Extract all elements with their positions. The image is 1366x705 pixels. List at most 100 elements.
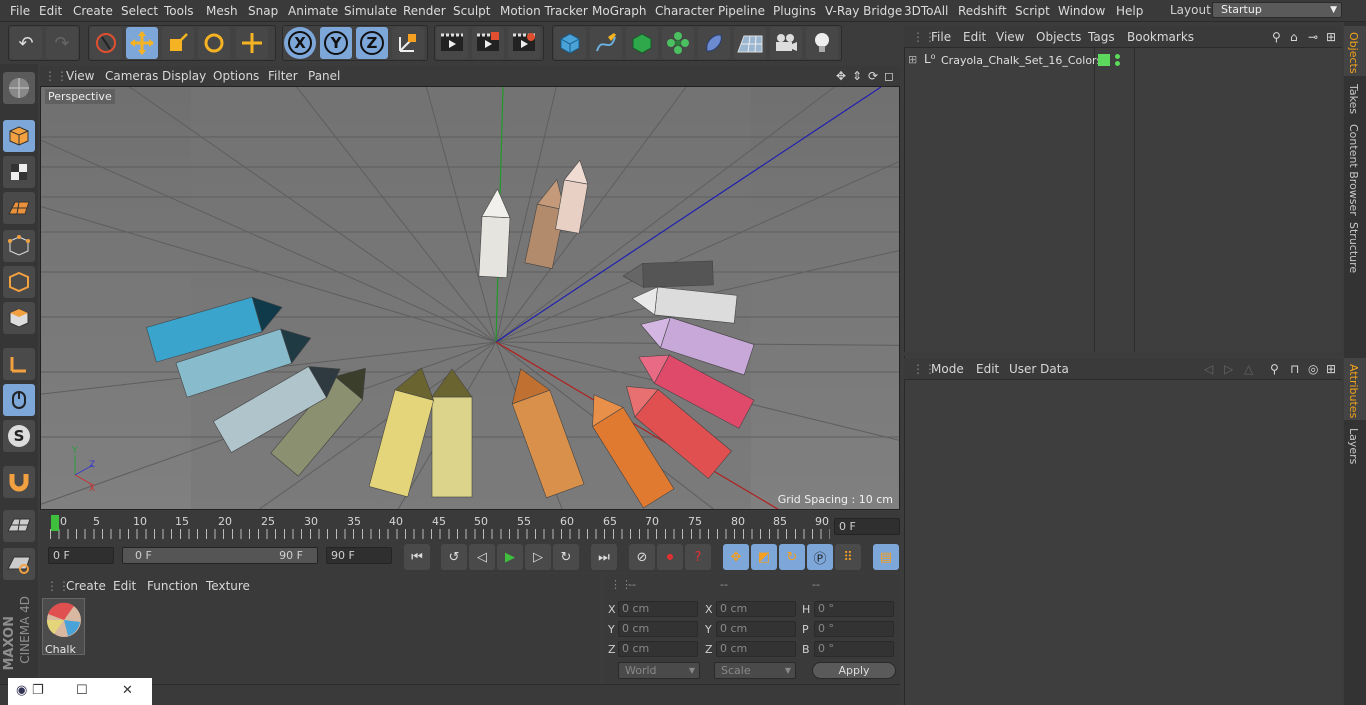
redo-icon[interactable]: ↷ (46, 27, 78, 59)
key-position-icon[interactable]: ✥ (723, 544, 749, 570)
search-icon[interactable]: ⚲ (1272, 30, 1281, 44)
axis-mode-icon[interactable] (3, 348, 35, 380)
apply-button[interactable]: Apply (812, 662, 896, 679)
rotate-tool-icon[interactable] (198, 27, 230, 59)
light-icon[interactable] (806, 27, 838, 59)
scale-tool-icon[interactable] (162, 27, 194, 59)
play-icon[interactable]: ▶ (497, 544, 523, 570)
expand-icon[interactable]: ⊞ (908, 53, 917, 66)
objects-menu-bookmarks[interactable]: Bookmarks (1127, 30, 1194, 44)
key-scale-icon[interactable]: ◩ (751, 544, 777, 570)
tab-layers[interactable]: Layers (1347, 428, 1360, 464)
record-disabled-icon[interactable]: ⊘ (629, 544, 655, 570)
x-axis-lock[interactable]: X (284, 27, 316, 59)
objects-menu-edit[interactable]: Edit (963, 30, 986, 44)
workplane-align-icon[interactable] (3, 548, 35, 580)
layout-select[interactable]: Startup ▼ (1212, 2, 1342, 18)
undo-icon[interactable]: ↶ (10, 27, 42, 59)
floor-icon[interactable] (734, 27, 766, 59)
objects-menu-view[interactable]: View (996, 30, 1024, 44)
objects-menu-tags[interactable]: Tags (1088, 30, 1115, 44)
render-view-icon[interactable] (436, 27, 468, 59)
next-keyframe-icon[interactable]: ↻ (553, 544, 579, 570)
key-rotation-icon[interactable]: ↻ (779, 544, 805, 570)
menu-mograph[interactable]: MoGraph (592, 4, 647, 18)
material-menu-create[interactable]: Create (66, 579, 106, 593)
settings-icon[interactable]: ◎ (1308, 362, 1318, 376)
menu-vray-bridge[interactable]: V-Ray Bridge (825, 4, 902, 18)
y-axis-lock[interactable]: Y (320, 27, 352, 59)
menu-simulate[interactable]: Simulate (344, 4, 397, 18)
viewport-camera-label[interactable]: Perspective (45, 89, 115, 104)
tab-takes[interactable]: Takes (1347, 84, 1360, 114)
polygons-mode-icon[interactable] (3, 302, 35, 334)
z-axis-lock[interactable]: Z (356, 27, 388, 59)
model-mode-icon[interactable] (3, 120, 35, 152)
menu-character[interactable]: Character (655, 4, 714, 18)
cube-icon[interactable] (554, 27, 586, 59)
menu-render[interactable]: Render (403, 4, 446, 18)
key-param-icon[interactable]: Ⓟ (807, 544, 833, 570)
timeline-window-icon[interactable]: ▤ (873, 544, 899, 570)
lock-workplane-icon[interactable] (3, 510, 35, 542)
playhead-marker[interactable] (51, 515, 59, 531)
coord-space-select[interactable]: World ▼ (618, 662, 700, 679)
menu-mesh[interactable]: Mesh (206, 4, 238, 18)
viewport-maximize-icon[interactable]: ◻ (884, 69, 894, 83)
material-swatch-chalk[interactable]: Chalk (42, 598, 85, 656)
link-icon[interactable]: ⊸ (1308, 30, 1318, 44)
menu-sculpt[interactable]: Sculpt (453, 4, 490, 18)
objects-menu-file[interactable]: File (931, 30, 951, 44)
menu-help[interactable]: Help (1116, 4, 1143, 18)
render-picture-viewer-icon[interactable] (472, 27, 504, 59)
attributes-menu-mode[interactable]: Mode (931, 362, 964, 376)
pen-spline-icon[interactable] (590, 27, 622, 59)
previous-keyframe-icon[interactable]: ↺ (441, 544, 467, 570)
restore-icon[interactable]: ❐ (32, 683, 44, 698)
layer-color-swatch[interactable] (1098, 54, 1110, 66)
start-frame-field[interactable]: 0 F (48, 547, 114, 564)
new-view-icon[interactable]: ⊞ (1326, 362, 1336, 376)
menu-edit[interactable]: Edit (39, 4, 62, 18)
texture-mode-icon[interactable] (3, 156, 35, 188)
viewport[interactable]: Y Z X Perspective Grid Spacing : 10 cm (40, 86, 900, 510)
maximize-icon[interactable]: ☐ (76, 683, 88, 698)
transform-tool-icon[interactable] (236, 27, 268, 59)
search-icon[interactable]: ⚲ (1270, 362, 1279, 376)
coord-mode-select[interactable]: Scale ▼ (714, 662, 796, 679)
camera-icon[interactable] (770, 27, 802, 59)
workplane-mode-icon[interactable] (3, 192, 35, 224)
tab-attributes[interactable]: Attributes (1347, 364, 1360, 418)
viewport-dolly-icon[interactable]: ⇕ (852, 69, 862, 83)
viewport-menu-options[interactable]: Options (213, 69, 259, 83)
tab-content-browser[interactable]: Content Browser (1347, 124, 1360, 216)
menu-pipeline[interactable]: Pipeline (718, 4, 765, 18)
timeline-ruler[interactable]: 0 5 10 15 20 25 30 35 40 45 50 55 60 65 … (40, 511, 900, 541)
menu-select[interactable]: Select (121, 4, 158, 18)
viewport-menu-view[interactable]: View (66, 69, 94, 83)
viewport-menu-cameras[interactable]: Cameras (105, 69, 158, 83)
tab-structure[interactable]: Structure (1347, 222, 1360, 273)
cloner-icon[interactable] (662, 27, 694, 59)
rot-h-field[interactable]: 0 ° (814, 601, 894, 617)
end-frame-field[interactable]: 90 F (326, 547, 392, 564)
viewport-move-icon[interactable]: ✥ (836, 69, 846, 83)
size-z-field[interactable]: 0 cm (716, 641, 796, 657)
size-y-field[interactable]: 0 cm (716, 621, 796, 637)
menu-3dtoall[interactable]: 3DToAll (904, 4, 948, 18)
material-menu-edit[interactable]: Edit (113, 579, 136, 593)
pos-x-field[interactable]: 0 cm (618, 601, 698, 617)
new-view-icon[interactable]: ⊞ (1326, 30, 1336, 44)
live-select-icon[interactable] (90, 27, 122, 59)
menu-create[interactable]: Create (73, 4, 113, 18)
coordinate-system-icon[interactable] (392, 27, 424, 59)
material-menu-function[interactable]: Function (147, 579, 198, 593)
pos-z-field[interactable]: 0 cm (618, 641, 698, 657)
record-icon[interactable]: ⏺ (657, 544, 683, 570)
tweak-mode-icon[interactable] (3, 384, 35, 416)
menu-file[interactable]: File (10, 4, 30, 18)
frame-range-slider[interactable]: 0 F 90 F (122, 547, 318, 564)
tab-objects[interactable]: Objects (1347, 32, 1360, 74)
viewport-menu-filter[interactable]: Filter (268, 69, 298, 83)
editor-visibility-dot[interactable] (1115, 54, 1120, 59)
